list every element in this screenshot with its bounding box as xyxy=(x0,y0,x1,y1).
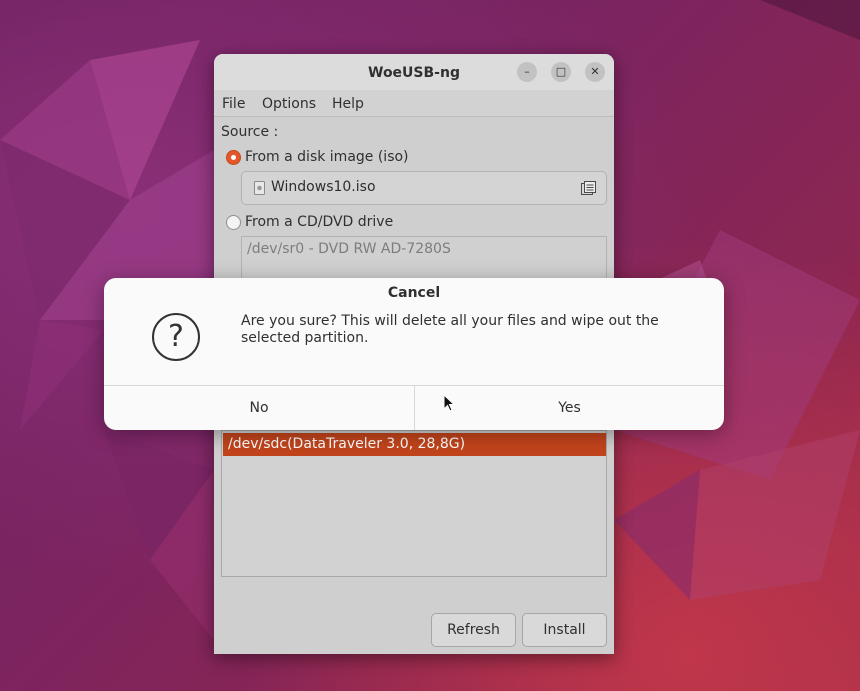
menu-help[interactable]: Help xyxy=(332,96,364,112)
cd-option-label[interactable]: From a CD/DVD drive xyxy=(245,214,393,230)
iso-option-label[interactable]: From a disk image (iso) xyxy=(245,149,409,165)
close-icon[interactable]: ✕ xyxy=(585,62,605,82)
browse-file-icon[interactable] xyxy=(581,181,596,195)
menu-bar: File Options Help xyxy=(214,90,614,117)
yes-button[interactable]: Yes xyxy=(415,386,724,430)
cd-drive-item[interactable]: /dev/sr0 - DVD RW AD-7280S xyxy=(247,241,451,257)
iso-file-name: Windows10.iso xyxy=(271,179,376,195)
dialog-title: Cancel xyxy=(387,285,441,301)
iso-radio[interactable] xyxy=(226,150,241,165)
refresh-button[interactable]: Refresh xyxy=(431,613,516,647)
mouse-pointer-icon xyxy=(443,394,456,412)
cancel-dialog: Cancel ? Are you sure? This will delete … xyxy=(104,278,724,430)
target-device-row[interactable]: /dev/sdc(DataTraveler 3.0, 28,8G) xyxy=(223,433,606,456)
minimize-icon[interactable]: – xyxy=(517,62,537,82)
disk-image-icon xyxy=(254,181,265,195)
menu-options[interactable]: Options xyxy=(262,96,316,112)
cd-drive-list[interactable]: /dev/sr0 - DVD RW AD-7280S xyxy=(241,236,607,283)
cd-radio[interactable] xyxy=(226,215,241,230)
menu-file[interactable]: File xyxy=(222,96,245,112)
no-button[interactable]: No xyxy=(104,386,414,430)
maximize-icon[interactable]: □ xyxy=(551,62,571,82)
window-title: WoeUSB-ng xyxy=(368,65,460,81)
question-icon: ? xyxy=(152,313,200,361)
iso-file-chooser[interactable]: Windows10.iso xyxy=(241,171,607,205)
install-button[interactable]: Install xyxy=(522,613,607,647)
target-device-list[interactable]: /dev/sdc(DataTraveler 3.0, 28,8G) xyxy=(221,430,607,577)
source-label: Source : xyxy=(221,124,279,140)
target-device-label: /dev/sdc(DataTraveler 3.0, 28,8G) xyxy=(228,436,466,452)
title-bar[interactable]: WoeUSB-ng – □ ✕ xyxy=(214,54,614,90)
dialog-message: Are you sure? This will delete all your … xyxy=(241,313,659,346)
